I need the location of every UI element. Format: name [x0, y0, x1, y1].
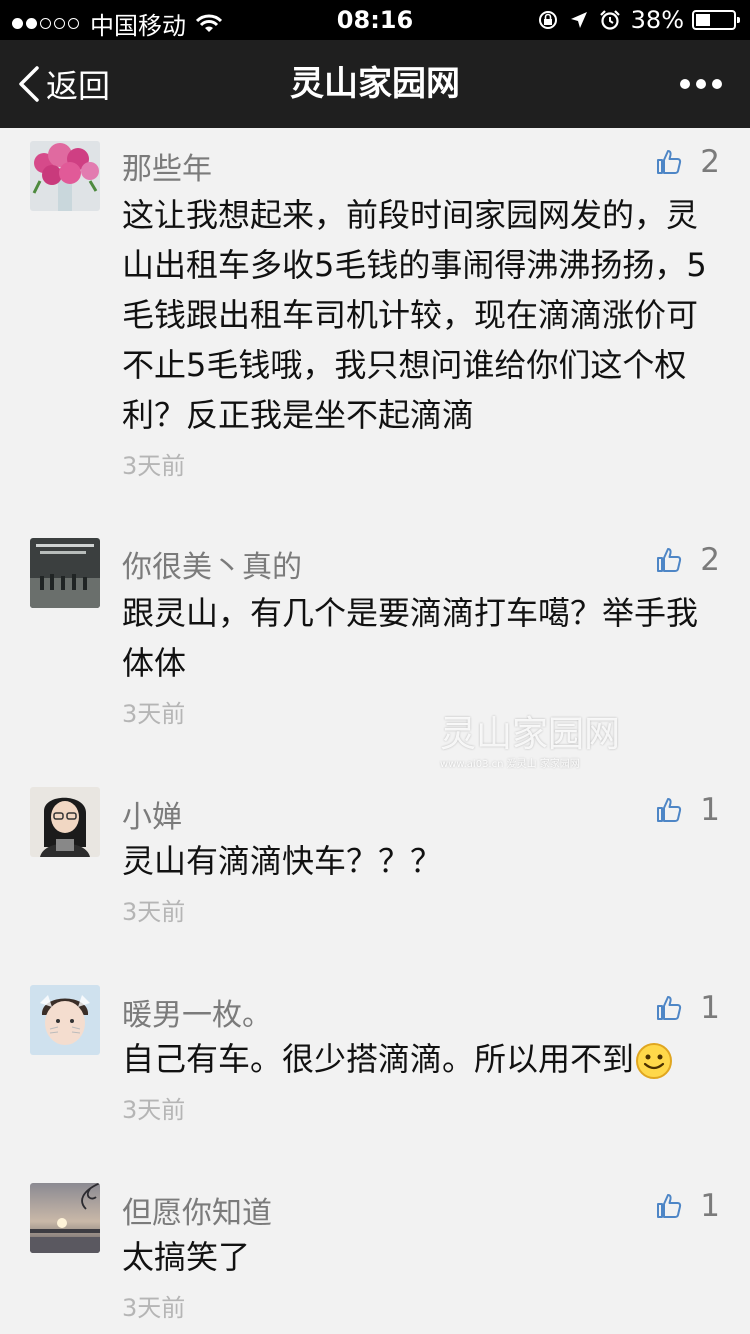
comment-text: 太搞笑了: [122, 1238, 251, 1276]
page-title: 灵山家园网: [290, 64, 460, 104]
comment-username[interactable]: 但愿你知道: [122, 1188, 272, 1232]
comment-text: 自己有车。很少搭滴滴。所以用不到: [122, 1040, 635, 1078]
thumbs-up-icon: [657, 1194, 682, 1218]
comment-text: 灵山有滴滴快车？？？: [122, 842, 443, 880]
thumbs-up-icon: [657, 996, 682, 1020]
like-button[interactable]: 1: [656, 1188, 720, 1224]
more-menu-button[interactable]: [674, 40, 722, 128]
comment-text: 这让我想起来，前段时间家园网发的，灵山出租车多收5毛钱的事闹得沸沸扬扬，5毛钱跟…: [122, 196, 707, 434]
thumbs-up-icon: [657, 150, 682, 174]
avatar[interactable]: [30, 538, 100, 608]
comment-time: 3天前: [122, 1096, 186, 1124]
thumbs-up-icon: [657, 548, 682, 572]
comment-username[interactable]: 小婵: [122, 792, 182, 836]
like-count: 2: [700, 144, 720, 180]
like-button[interactable]: 2: [656, 542, 720, 578]
watermark-subtext: www.ai03.cn 爱灵山 家家园网: [440, 759, 580, 770]
comment-time: 3天前: [122, 1294, 186, 1322]
comment-text: 跟灵山，有几个是要滴滴打车噶？举手我体体: [122, 594, 699, 682]
comment-username[interactable]: 那些年: [122, 144, 212, 188]
like-button[interactable]: 1: [656, 990, 720, 1026]
comment-text-row: 自己有车。很少搭滴滴。所以用不到: [122, 1034, 742, 1084]
rotation-lock-icon: [538, 11, 557, 29]
comment-username[interactable]: 你很美丶真的: [122, 542, 302, 586]
like-button[interactable]: 1: [656, 792, 720, 828]
alarm-clock-icon: [599, 10, 620, 30]
avatar[interactable]: [30, 141, 100, 211]
battery-icon: [692, 10, 740, 30]
avatar[interactable]: [30, 1183, 100, 1253]
navigation-bar: 返回 灵山家园网: [0, 40, 750, 128]
smiley-emoji-icon: [636, 1043, 673, 1079]
comment-time: 3天前: [122, 898, 186, 926]
avatar[interactable]: [30, 985, 100, 1055]
comment-time: 3天前: [122, 452, 186, 480]
more-dots-icon: [680, 79, 690, 89]
like-count: 1: [700, 990, 720, 1026]
like-button[interactable]: 2: [656, 144, 720, 180]
like-count: 2: [700, 542, 720, 578]
comment-username[interactable]: 暖男一枚。: [122, 990, 272, 1034]
like-count: 1: [700, 792, 720, 828]
status-bar: 中国移动 08:16 38%: [0, 0, 750, 40]
watermark-text: 灵山家园网: [440, 714, 621, 755]
like-count: 1: [700, 1188, 720, 1224]
watermark: 灵山家园网 www.ai03.cn 爱灵山 家家园网: [440, 705, 620, 770]
thumbs-up-icon: [657, 798, 682, 822]
battery-percent: 38%: [630, 6, 684, 34]
comment-time: 3天前: [122, 700, 186, 728]
avatar[interactable]: [30, 787, 100, 857]
location-arrow-icon: [570, 12, 587, 28]
